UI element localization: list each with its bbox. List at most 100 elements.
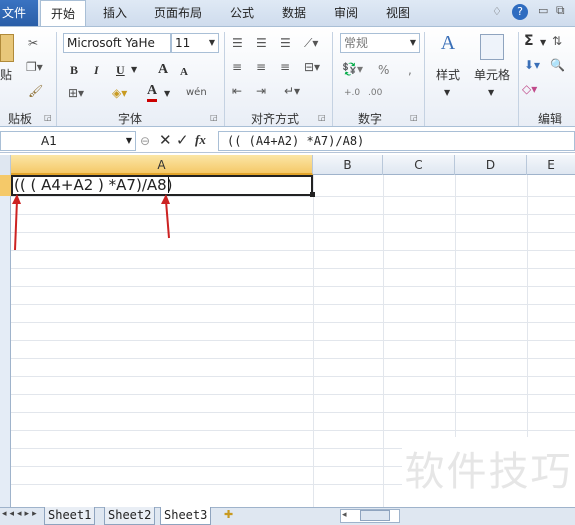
font-group-label: 字体	[117, 112, 142, 126]
font-color-button[interactable]: A	[147, 83, 158, 102]
chevron-down-icon[interactable]: ▼	[444, 84, 450, 102]
gridline	[11, 358, 575, 359]
align-left-icon[interactable]: ≡	[232, 58, 242, 76]
align-middle-icon[interactable]: ☰	[256, 34, 267, 52]
currency-icon[interactable]: 💱▾	[342, 60, 363, 78]
bold-button[interactable]: B	[70, 61, 78, 79]
tab-review[interactable]: 审阅	[326, 0, 366, 26]
find-select-icon[interactable]: 🔍	[550, 56, 565, 74]
number-format-combo[interactable]: 常规 ▼	[340, 33, 420, 53]
window-minimize-icon[interactable]: ▭	[538, 4, 548, 17]
copy-icon[interactable]: ❐▾	[26, 58, 43, 76]
chevron-down-icon[interactable]: ▼	[540, 34, 546, 52]
sheet-tab-sheet2[interactable]: Sheet2	[104, 507, 156, 525]
gridline	[313, 175, 314, 507]
help-icon[interactable]: ?	[512, 4, 528, 20]
window-restore-icon[interactable]: ⧉	[556, 3, 565, 18]
fill-icon[interactable]: ⬇▾	[524, 56, 540, 74]
alignment-launcher-icon[interactable]: ◲	[318, 113, 326, 122]
tab-data[interactable]: 数据	[274, 0, 314, 26]
clear-icon[interactable]: ◇▾	[522, 80, 537, 98]
column-header-d[interactable]: D	[455, 155, 527, 175]
divider	[518, 32, 519, 126]
styles-button[interactable]: 样式	[432, 66, 464, 84]
font-name-combo[interactable]: Microsoft YaHe	[63, 33, 171, 53]
align-right-icon[interactable]: ≡	[280, 58, 290, 76]
tab-view[interactable]: 视图	[378, 0, 418, 26]
percent-button[interactable]: %	[378, 61, 389, 79]
align-top-icon[interactable]: ☰	[232, 34, 243, 52]
sheet-nav-icon[interactable]: ◂◂◂▸▸	[2, 509, 40, 519]
insert-function-button[interactable]: fx	[195, 132, 206, 148]
font-size-combo[interactable]: 11 ▼	[171, 33, 219, 53]
cells-button[interactable]: 单元格	[470, 66, 514, 84]
paste-button[interactable]: 贴	[0, 66, 12, 84]
align-bottom-icon[interactable]: ☰	[280, 34, 291, 52]
sort-filter-icon[interactable]: ⇅	[552, 32, 562, 50]
column-header-c[interactable]: C	[383, 155, 455, 175]
watermark: 软件技巧	[402, 437, 575, 507]
tab-file[interactable]: 文件	[0, 0, 38, 26]
merge-center-icon[interactable]: ⊟▾	[304, 58, 320, 76]
column-header-a[interactable]: A	[11, 155, 313, 175]
chevron-down-icon: ▼	[409, 38, 416, 47]
fill-handle[interactable]	[310, 192, 315, 197]
font-launcher-icon[interactable]: ◲	[210, 113, 218, 122]
shrink-font-button[interactable]: A	[180, 63, 188, 81]
orientation-icon[interactable]: ⟋▾	[304, 34, 318, 52]
decrease-indent-icon[interactable]: ⇤	[232, 82, 242, 100]
autosum-button[interactable]: Σ	[524, 32, 534, 50]
cancel-icon[interactable]: ✕	[159, 131, 172, 149]
scrollbar-thumb[interactable]	[360, 510, 390, 521]
select-all-corner[interactable]	[0, 155, 11, 175]
sheet-tab-sheet3[interactable]: Sheet3	[160, 507, 212, 525]
wrap-text-icon[interactable]: ↵▾	[284, 82, 300, 100]
column-header-e[interactable]: E	[527, 155, 575, 175]
gridline	[11, 430, 575, 431]
gridline	[11, 268, 575, 269]
tab-insert[interactable]: 插入	[92, 0, 138, 26]
scroll-left-icon[interactable]: ◂	[342, 510, 347, 520]
sheet-tab-sheet1[interactable]: Sheet1	[44, 507, 96, 525]
cut-icon[interactable]: ✂	[28, 34, 38, 52]
divider	[424, 32, 425, 126]
tab-formulas[interactable]: 公式	[222, 0, 262, 26]
chevron-down-icon: ▼	[208, 38, 215, 47]
phonetic-button[interactable]: wén	[186, 84, 207, 102]
formula-bar-handle-icon[interactable]: ⊖	[140, 134, 150, 148]
format-painter-icon[interactable]: 🖌	[28, 82, 43, 100]
editing-group-label: 编辑	[537, 112, 562, 126]
increase-decimal-icon[interactable]: +.0	[344, 84, 360, 102]
increase-indent-icon[interactable]: ⇥	[256, 82, 266, 100]
chevron-down-icon[interactable]: ▼	[164, 85, 170, 103]
cells-icon[interactable]	[480, 34, 504, 60]
gridline	[11, 322, 575, 323]
decrease-decimal-icon[interactable]: .00	[368, 84, 382, 102]
styles-icon[interactable]: A	[436, 33, 460, 60]
tab-home[interactable]: 开始	[40, 0, 86, 27]
align-center-icon[interactable]: ≡	[256, 58, 266, 76]
paste-icon[interactable]	[0, 34, 14, 62]
insert-sheet-icon[interactable]: ✚	[224, 508, 233, 521]
chevron-down-icon[interactable]: ▼	[131, 61, 137, 79]
clipboard-launcher-icon[interactable]: ◲	[44, 113, 52, 122]
underline-button[interactable]: U	[116, 61, 125, 79]
gridline	[11, 412, 575, 413]
number-launcher-icon[interactable]: ◲	[410, 113, 418, 122]
enter-icon[interactable]: ✓	[176, 131, 189, 149]
minimize-ribbon-icon[interactable]: ♢	[492, 5, 502, 18]
italic-button[interactable]: I	[94, 61, 99, 79]
tab-page-layout[interactable]: 页面布局	[146, 0, 210, 26]
chevron-down-icon: ▼	[125, 136, 132, 145]
chevron-down-icon[interactable]: ▼	[488, 84, 494, 102]
divider	[56, 32, 57, 126]
fill-color-icon[interactable]: ◈▾	[112, 84, 127, 102]
red-arrow-right	[161, 194, 170, 239]
grow-font-button[interactable]: A	[158, 61, 168, 79]
name-box[interactable]: A1 ▼	[0, 131, 136, 151]
divider	[224, 32, 225, 126]
borders-icon[interactable]: ⊞▾	[68, 84, 84, 102]
comma-button[interactable]: ,	[408, 61, 412, 79]
column-header-b[interactable]: B	[313, 155, 383, 175]
formula-input[interactable]: (( (A4+A2) *A7)/A8)	[218, 131, 575, 151]
